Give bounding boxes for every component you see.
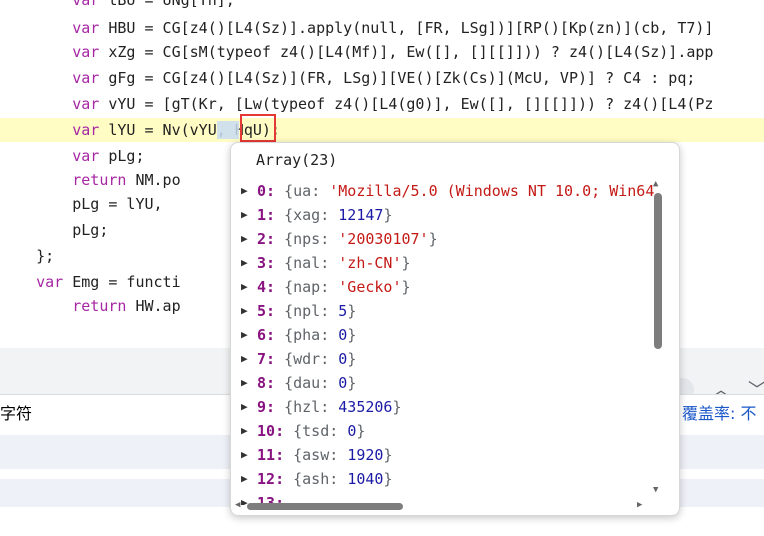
popup-title: Array(23) <box>256 151 338 169</box>
entry-index: 4 <box>257 278 267 296</box>
triangle-right-icon[interactable]: ▶ <box>241 203 248 227</box>
array-entry[interactable]: ▶ 9: {hzl: 435206} <box>231 395 657 419</box>
entry-text: 2: {nps: '20030107'} <box>257 230 438 248</box>
array-entry[interactable]: ▶ 4: {nap: 'Gecko'} <box>231 275 657 299</box>
entry-key: hzl <box>293 398 321 416</box>
code-line: var xZg = CG[sM(typeof z4()[L4(Mf)], Ew(… <box>72 43 714 61</box>
triangle-right-icon[interactable]: ▶ <box>241 251 248 275</box>
entry-key: dau <box>293 374 321 392</box>
entry-key: nap <box>293 278 321 296</box>
entry-text: 3: {nal: 'zh-CN'} <box>257 254 411 272</box>
entry-value: 'zh-CN' <box>338 254 402 272</box>
entry-index: 3 <box>257 254 267 272</box>
array-entry[interactable]: ▶ 3: {nal: 'zh-CN'} <box>231 251 657 275</box>
entry-value: 12147 <box>338 206 384 224</box>
entry-text: 9: {hzl: 435206} <box>257 398 402 416</box>
entry-index: 7 <box>257 350 267 368</box>
array-entry[interactable]: ▶ 1: {xag: 12147} <box>231 203 657 227</box>
entry-key: ua <box>293 182 312 200</box>
scroll-up-icon[interactable]: ▲ <box>653 179 658 189</box>
entry-value: 'Mozilla/5.0 (Windows NT 10.0; Win64 <box>329 182 655 200</box>
vertical-scrollbar[interactable]: ▲ ▼ <box>651 179 665 499</box>
variable-inspector-popup[interactable]: Array(23) ▶ 0: {ua: 'Mozilla/5.0 (Windows… <box>230 142 680 516</box>
entry-value: 0 <box>338 350 348 368</box>
entry-index: 12 <box>257 470 276 488</box>
array-entry[interactable]: ▶ 11: {asw: 1920} <box>231 443 657 467</box>
array-entry[interactable]: ▶ 0: {ua: 'Mozilla/5.0 (Windows NT 10.0; … <box>231 179 657 203</box>
array-entry[interactable]: ▶ 2: {nps: '20030107'} <box>231 227 657 251</box>
entry-text: 6: {pha: 0} <box>257 326 357 344</box>
scroll-down-icon[interactable]: ▼ <box>653 485 658 495</box>
entry-key: nps <box>293 230 321 248</box>
entry-index: 1 <box>257 206 267 224</box>
entry-value: 5 <box>338 302 348 320</box>
entry-index: 5 <box>257 302 267 320</box>
array-entry[interactable]: ▶ 10: {tsd: 0} <box>231 419 657 443</box>
entry-key: npl <box>293 302 321 320</box>
coverage-label: 覆盖率: 不 <box>682 404 757 423</box>
hovered-token-nv[interactable] <box>217 121 239 139</box>
triangle-right-icon[interactable]: ▶ <box>241 323 248 347</box>
entry-text: 10: {tsd: 0} <box>257 422 366 440</box>
triangle-right-icon[interactable]: ▶ <box>241 467 248 491</box>
entry-key: nal <box>293 254 321 272</box>
triangle-right-icon[interactable]: ▶ <box>241 179 248 203</box>
triangle-right-icon[interactable]: ▶ <box>241 275 248 299</box>
current-line: var lYU = Nv(vYU, HqU); <box>0 118 764 142</box>
char-label: 字符 <box>0 404 33 423</box>
scroll-right-icon[interactable]: ▶ <box>637 500 642 510</box>
entry-index: 10 <box>257 422 276 440</box>
triangle-right-icon[interactable]: ▶ <box>241 395 248 419</box>
horizontal-scrollbar[interactable]: ◀ ▶ <box>231 499 677 513</box>
entry-key: pha <box>293 326 321 344</box>
scroll-left-icon[interactable]: ◀ <box>235 500 240 510</box>
code-line: var gFg = CG[z4()[L4(Sz)](FR, LSg)][VE()… <box>72 69 696 87</box>
entry-text: 5: {npl: 5} <box>257 302 357 320</box>
entry-value: 0 <box>338 374 348 392</box>
array-entries[interactable]: ▶ 0: {ua: 'Mozilla/5.0 (Windows NT 10.0; … <box>231 179 657 505</box>
entry-value: '20030107' <box>338 230 429 248</box>
entry-index: 2 <box>257 230 267 248</box>
entry-value: 0 <box>338 326 348 344</box>
entry-key: ash <box>302 470 330 488</box>
triangle-right-icon[interactable]: ▶ <box>241 299 248 323</box>
entry-text: 7: {wdr: 0} <box>257 350 357 368</box>
entry-key: asw <box>302 446 330 464</box>
entry-key: wdr <box>293 350 321 368</box>
entry-value: 'Gecko' <box>338 278 402 296</box>
triangle-right-icon[interactable]: ▶ <box>241 419 248 443</box>
entry-text: 8: {dau: 0} <box>257 374 357 392</box>
array-entry[interactable]: ▶ 6: {pha: 0} <box>231 323 657 347</box>
array-entry[interactable]: ▶ 8: {dau: 0} <box>231 371 657 395</box>
entry-index: 0 <box>257 182 267 200</box>
entry-text: 4: {nap: 'Gecko'} <box>257 278 411 296</box>
entry-text: 12: {ash: 1040} <box>257 470 393 488</box>
code-line: var HBU = CG[z4()[L4(Sz)].apply(null, [F… <box>72 19 714 37</box>
hovered-token-box[interactable] <box>240 114 276 142</box>
entry-value: 1040 <box>347 470 384 488</box>
entry-key: tsd <box>302 422 330 440</box>
array-entry[interactable]: ▶ 5: {npl: 5} <box>231 299 657 323</box>
triangle-right-icon[interactable]: ▶ <box>241 443 248 467</box>
entry-index: 9 <box>257 398 267 416</box>
entry-value: 0 <box>347 422 357 440</box>
entry-key: xag <box>293 206 321 224</box>
array-entry[interactable]: ▶ 12: {ash: 1040} <box>231 467 657 491</box>
code-line: var tBU = UNg[Yn]; <box>72 0 235 9</box>
triangle-right-icon[interactable]: ▶ <box>241 347 248 371</box>
array-entry[interactable]: ▶ 7: {wdr: 0} <box>231 347 657 371</box>
entry-index: 11 <box>257 446 276 464</box>
triangle-right-icon[interactable]: ▶ <box>241 227 248 251</box>
code-line: var vYU = [gT(Kr, [Lw(typeof z4()[L4(g0)… <box>72 95 714 113</box>
scroll-thumb[interactable] <box>654 193 662 349</box>
entry-text: 11: {asw: 1920} <box>257 446 393 464</box>
scroll-thumb[interactable] <box>247 503 403 510</box>
entry-text: 1: {xag: 12147} <box>257 206 393 224</box>
entry-index: 8 <box>257 374 267 392</box>
entry-value: 1920 <box>347 446 384 464</box>
entry-value: 435206 <box>338 398 393 416</box>
triangle-right-icon[interactable]: ▶ <box>241 371 248 395</box>
entry-text: 0: {ua: 'Mozilla/5.0 (Windows NT 10.0; W… <box>257 182 655 200</box>
entry-index: 6 <box>257 326 267 344</box>
